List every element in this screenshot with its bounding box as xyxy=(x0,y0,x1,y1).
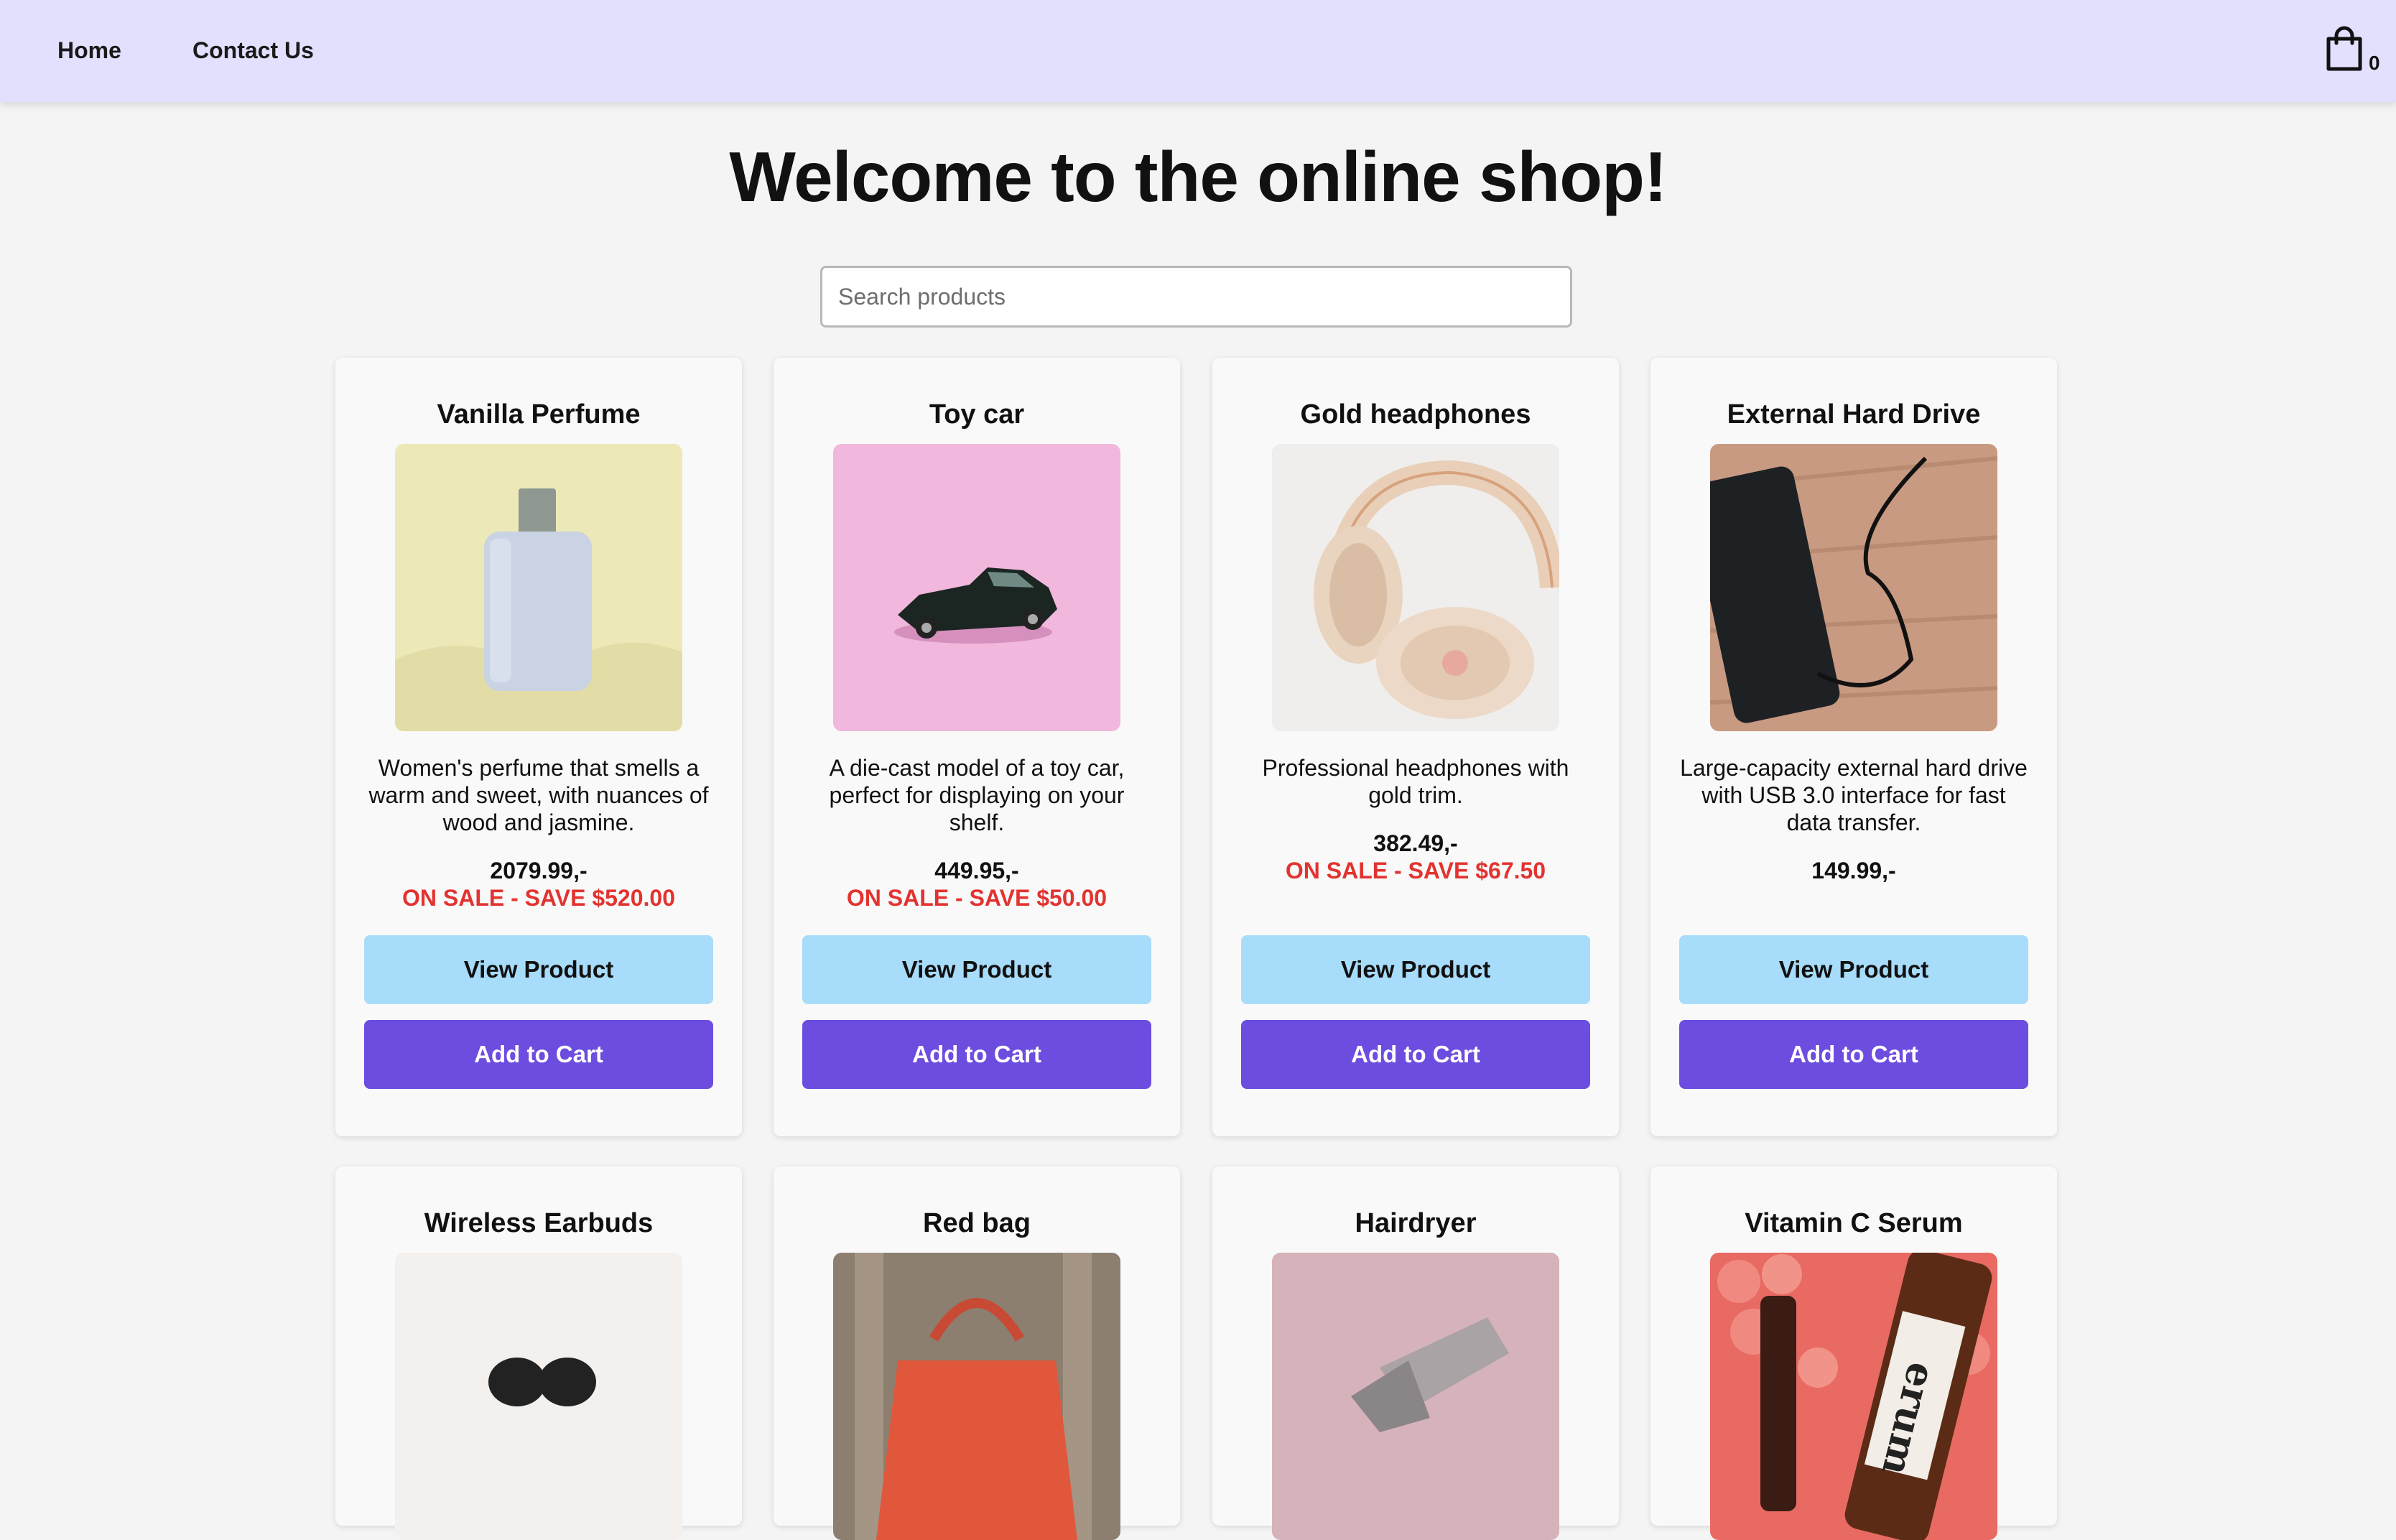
top-navbar: Home Contact Us 0 xyxy=(0,0,2396,102)
red-bag-image xyxy=(833,1253,1120,1540)
earbuds-image xyxy=(395,1253,682,1540)
product-card: Vanilla Perfume Women's perfume that sme… xyxy=(335,358,742,1136)
product-title: Hairdryer xyxy=(1355,1208,1477,1238)
product-title: External Hard Drive xyxy=(1727,399,1981,430)
product-price: 2079.99,- xyxy=(490,858,588,883)
sale-label: ON SALE - SAVE $50.00 xyxy=(846,885,1108,911)
cart-count-badge: 0 xyxy=(2369,52,2380,74)
product-image xyxy=(395,1253,682,1540)
product-card: Hairdryer xyxy=(1212,1166,1619,1540)
product-image xyxy=(833,1253,1120,1540)
page-title: Welcome to the online shop! xyxy=(729,137,1667,216)
serum-image: erum xyxy=(1710,1253,1997,1540)
nav-home-link[interactable]: Home xyxy=(57,37,121,64)
cart-button[interactable]: 0 xyxy=(2324,26,2382,80)
product-image xyxy=(1272,1253,1559,1540)
product-image: erum xyxy=(1710,1253,1997,1540)
product-card: Wireless Earbuds xyxy=(335,1166,742,1540)
sale-label: ON SALE - SAVE $520.00 xyxy=(402,885,675,911)
product-description: Large-capacity external hard drive with … xyxy=(1680,755,2028,835)
add-to-cart-button[interactable]: Add to Cart xyxy=(364,1020,713,1089)
add-to-cart-button[interactable]: Add to Cart xyxy=(1679,1020,2028,1089)
sale-label: ON SALE - SAVE $67.50 xyxy=(1285,858,1546,883)
headphones-image xyxy=(1272,444,1559,731)
hairdryer-image xyxy=(1272,1253,1559,1540)
product-image xyxy=(833,444,1120,731)
product-card: Gold headphones Professional headphones … xyxy=(1212,358,1619,1136)
product-card: Red bag xyxy=(774,1166,1180,1540)
hard-drive-image xyxy=(1710,444,1997,731)
product-image xyxy=(1710,444,1997,731)
product-title: Wireless Earbuds xyxy=(424,1208,654,1238)
search-input[interactable] xyxy=(820,266,1572,328)
shopping-bag-icon xyxy=(2326,26,2362,71)
product-image xyxy=(395,444,682,731)
product-card: External Hard Drive Large-capacity exter… xyxy=(1650,358,2057,1136)
view-product-button[interactable]: View Product xyxy=(364,935,713,1004)
product-title: Gold headphones xyxy=(1300,399,1531,430)
view-product-button[interactable]: View Product xyxy=(1679,935,2028,1004)
product-price: 382.49,- xyxy=(1373,830,1458,856)
view-product-button[interactable]: View Product xyxy=(802,935,1151,1004)
product-description: Women's perfume that smells a warm and s… xyxy=(368,755,709,835)
view-product-button[interactable]: View Product xyxy=(1241,935,1590,1004)
toy-car-image xyxy=(833,444,1120,731)
product-price: 449.95,- xyxy=(934,858,1019,883)
add-to-cart-button[interactable]: Add to Cart xyxy=(802,1020,1151,1089)
product-description: A die-cast model of a toy car, perfect f… xyxy=(829,755,1125,835)
product-title: Vitamin C Serum xyxy=(1745,1208,1963,1238)
product-image xyxy=(1272,444,1559,731)
product-card: Vitamin C Serum erum xyxy=(1650,1166,2057,1540)
product-title: Red bag xyxy=(923,1208,1031,1238)
product-title: Toy car xyxy=(929,399,1025,430)
product-price: 149.99,- xyxy=(1811,858,1896,883)
add-to-cart-button[interactable]: Add to Cart xyxy=(1241,1020,1590,1089)
product-description: Professional headphones with gold trim. xyxy=(1262,755,1569,808)
product-title: Vanilla Perfume xyxy=(437,399,641,430)
product-card: Toy car A die-cast model of a toy car, p… xyxy=(774,358,1180,1136)
perfume-bottle-image xyxy=(395,444,682,731)
nav-contact-link[interactable]: Contact Us xyxy=(192,37,314,64)
